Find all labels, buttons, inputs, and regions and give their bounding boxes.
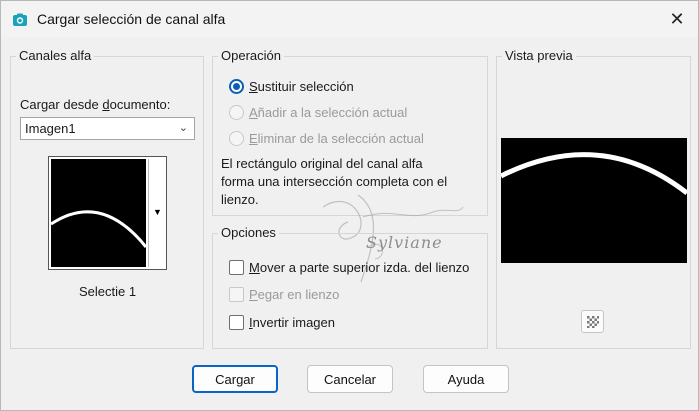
checkbox-indicator[interactable]: [229, 315, 244, 330]
dialog-window: Cargar selección de canal alfa ✕ Canales…: [0, 0, 699, 411]
checkbox-invert-image[interactable]: Invertir imagen: [229, 315, 335, 330]
thumbnail-caption: Selectie 1: [78, 284, 137, 299]
checkbox-label: Mover a parte superior izda. del lienzo: [249, 260, 470, 275]
thumbnail-dropdown-button[interactable]: ▼: [148, 159, 165, 267]
cancel-button-label: Cancelar: [323, 371, 377, 387]
channel-thumbnail-picker[interactable]: ▼: [48, 156, 167, 270]
radio-label: Eliminar de la selección actual: [249, 131, 424, 146]
load-button-label: Cargar: [215, 371, 255, 387]
close-icon: ✕: [669, 8, 685, 29]
radio-replace-selection[interactable]: Sustituir selección: [229, 79, 354, 94]
radio-indicator[interactable]: [229, 105, 244, 120]
cancel-button[interactable]: Cancelar: [307, 365, 393, 393]
checkbox-indicator[interactable]: [229, 260, 244, 275]
window-title: Cargar selección de canal alfa: [37, 11, 226, 27]
radio-indicator[interactable]: [229, 79, 244, 94]
radio-label: Sustituir selección: [249, 79, 354, 94]
preview-image: [501, 138, 687, 263]
channel-thumbnail: [51, 159, 146, 267]
checkerboard-icon: [587, 316, 599, 328]
alpha-channels-group-label: Canales alfa: [16, 48, 95, 63]
load-from-document-label: Cargar desde documento:: [20, 97, 171, 112]
dropdown-arrow-icon: ▼: [153, 207, 162, 217]
preview-group-label: Vista previa: [502, 48, 576, 63]
checkbox-indicator[interactable]: [229, 287, 244, 302]
help-button[interactable]: Ayuda: [423, 365, 509, 393]
checkbox-label: Invertir imagen: [249, 315, 335, 330]
close-button[interactable]: ✕: [661, 7, 693, 31]
options-group-label: Opciones: [218, 225, 279, 240]
checkbox-paste-on-canvas[interactable]: Pegar en lienzo: [229, 287, 339, 302]
radio-add-to-selection[interactable]: Añadir a la selección actual: [229, 105, 407, 120]
document-select[interactable]: Imagen1 ⌄: [20, 117, 195, 140]
operation-group-label: Operación: [218, 48, 284, 63]
document-select-value: Imagen1: [25, 121, 76, 136]
preview-navigator-button[interactable]: [581, 310, 604, 333]
load-button[interactable]: Cargar: [192, 365, 278, 393]
checkbox-move-to-top-left[interactable]: Mover a parte superior izda. del lienzo: [229, 260, 469, 275]
radio-label: Añadir a la selección actual: [249, 105, 408, 120]
camera-icon: [13, 13, 27, 26]
help-button-label: Ayuda: [447, 371, 485, 387]
checkbox-label: Pegar en lienzo: [249, 287, 340, 302]
radio-indicator[interactable]: [229, 131, 244, 146]
title-bar[interactable]: Cargar selección de canal alfa ✕: [1, 1, 698, 37]
radio-remove-from-selection[interactable]: Eliminar de la selección actual: [229, 131, 424, 146]
chevron-down-icon: ⌄: [178, 122, 188, 134]
